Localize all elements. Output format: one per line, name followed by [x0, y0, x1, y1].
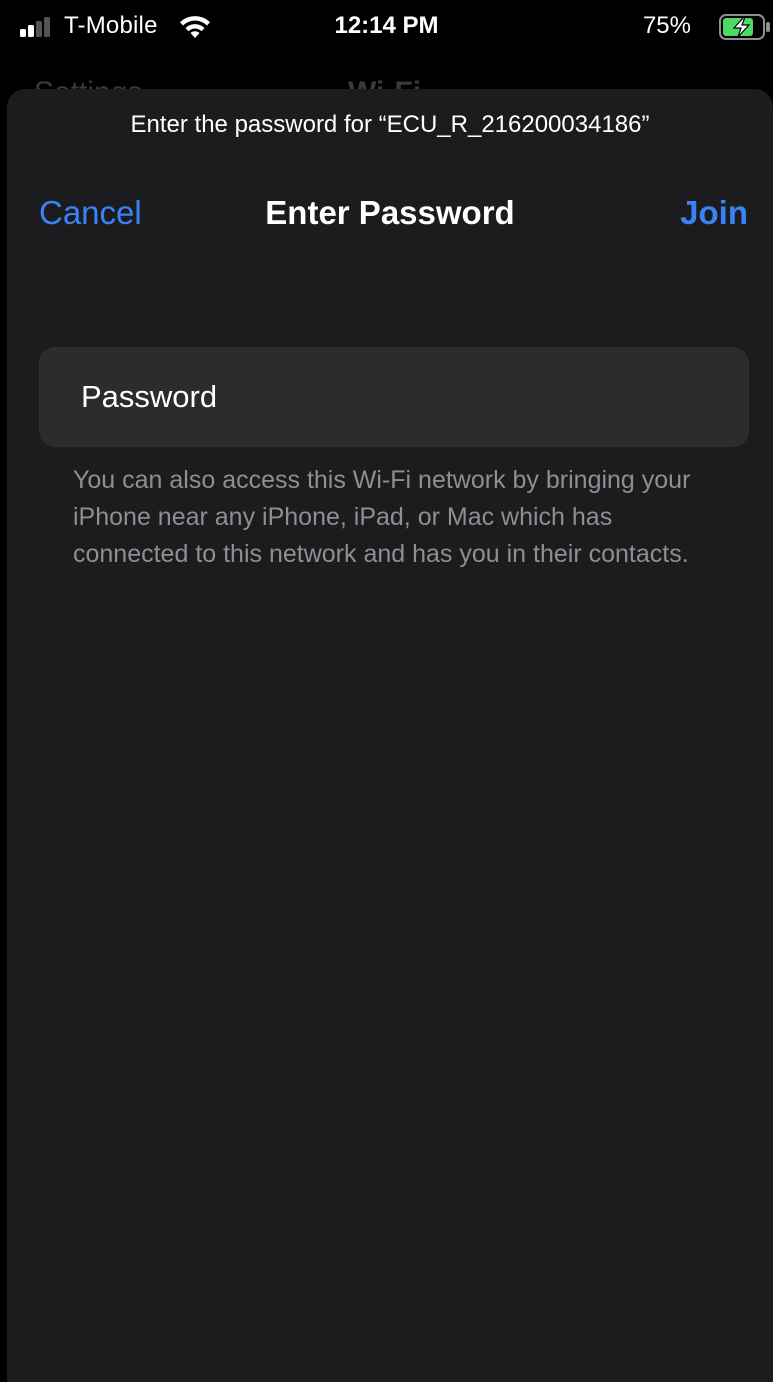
helper-text: You can also access this Wi-Fi network b…: [73, 466, 691, 568]
cancel-button[interactable]: Cancel: [39, 194, 142, 232]
battery-percent: 75%: [642, 12, 691, 39]
password-input[interactable]: [81, 347, 721, 447]
join-button[interactable]: Join: [680, 194, 748, 232]
screen: T-Mobile 12:14 PM 75% Settings Wi-Fi Ent…: [0, 0, 773, 1382]
sheet-nav-bar: Cancel Enter Password Join: [7, 194, 773, 238]
sheet-prompt: Enter the password for “ECU_R_2162000341…: [130, 111, 650, 138]
password-sheet: Enter the password for “ECU_R_2162000341…: [7, 89, 773, 1382]
status-bar: T-Mobile 12:14 PM 75%: [0, 0, 773, 52]
password-field[interactable]: [39, 347, 749, 447]
battery-charging-icon: [719, 14, 770, 40]
